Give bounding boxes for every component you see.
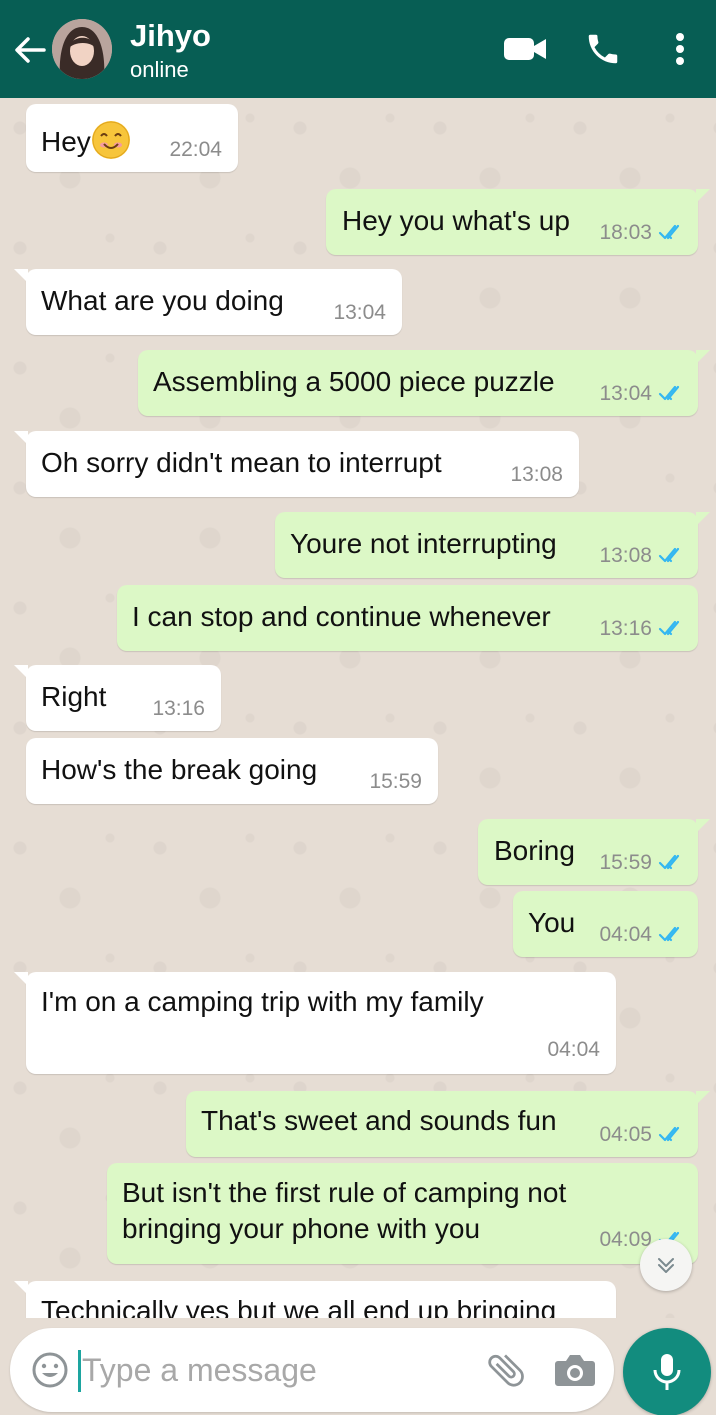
more-options-button[interactable]	[660, 28, 700, 70]
message-list[interactable]: Hey 22:04 Hey you what's up 18:03 What a…	[0, 98, 716, 1318]
message-bubble-incoming[interactable]: Technically yes but we all end up bringi…	[14, 1281, 616, 1318]
message-time: 18:03	[599, 221, 652, 244]
back-button[interactable]	[10, 30, 50, 70]
message-bubble-incoming[interactable]: Hey 22:04	[26, 104, 238, 172]
message-text: I'm on a camping trip with my family	[41, 986, 484, 1017]
text-cursor	[78, 1350, 81, 1392]
message-time: 15:59	[369, 770, 422, 793]
message-text: Hey you what's up	[342, 205, 570, 236]
message-bubble-outgoing[interactable]: Assembling a 5000 piece puzzle 13:04	[138, 350, 710, 416]
message-text: How's the break going	[41, 754, 318, 785]
message-text: Assembling a 5000 piece puzzle	[153, 366, 555, 397]
message-input[interactable]	[82, 1344, 482, 1396]
message-text: Boring	[494, 835, 575, 866]
message-time: 04:09	[599, 1228, 652, 1251]
message-text: Oh sorry didn't mean to interrupt	[41, 447, 442, 478]
message-time: 13:16	[152, 697, 205, 720]
message-time: 13:08	[510, 463, 563, 486]
phone-icon	[588, 34, 618, 64]
emoji-icon	[32, 1352, 68, 1388]
message-time: 04:04	[599, 923, 652, 946]
attach-icon	[488, 1354, 524, 1387]
emoji-button[interactable]	[30, 1350, 70, 1390]
message-time: 13:08	[599, 544, 652, 567]
chat-header: Jihyo online	[0, 0, 716, 98]
read-receipt-icon	[658, 224, 680, 240]
message-text: What are you doing	[41, 285, 284, 316]
smiling-face-emoji-icon	[91, 121, 130, 159]
message-text: Youre not interrupting	[290, 528, 557, 559]
double-chevron-down-icon	[658, 1258, 674, 1273]
message-time: 15:59	[599, 851, 652, 874]
more-vert-icon	[676, 33, 684, 65]
read-receipt-icon	[658, 1126, 680, 1142]
message-composer	[10, 1328, 614, 1412]
video-call-icon	[504, 38, 546, 60]
read-receipt-icon	[658, 620, 680, 636]
message-bubble-outgoing[interactable]: That's sweet and sounds fun 04:05	[186, 1091, 710, 1157]
message-time: 04:04	[547, 1038, 600, 1061]
voice-message-button[interactable]	[623, 1328, 711, 1415]
message-bubble-incoming[interactable]: Right 13:16	[14, 665, 221, 731]
read-receipt-icon	[658, 926, 680, 942]
voice-call-button[interactable]	[580, 28, 626, 70]
message-text: But isn't the first rule of camping not …	[122, 1177, 567, 1244]
message-time: 22:04	[169, 138, 222, 161]
message-time: 04:05	[599, 1123, 652, 1146]
message-text: You	[528, 907, 576, 938]
message-text: Hey	[41, 121, 130, 160]
attach-button[interactable]	[484, 1348, 528, 1392]
scroll-to-bottom-button[interactable]	[640, 1239, 692, 1291]
message-bubble-outgoing[interactable]: Boring 15:59	[478, 819, 710, 885]
message-bubble-incoming[interactable]: How's the break going 15:59	[26, 738, 438, 804]
read-receipt-icon	[658, 385, 680, 401]
contact-avatar[interactable]	[52, 19, 112, 79]
message-bubble-outgoing[interactable]: I can stop and continue whenever 13:16	[117, 585, 698, 651]
message-time: 13:04	[333, 301, 386, 324]
message-bubble-outgoing[interactable]: Youre not interrupting 13:08	[275, 512, 710, 578]
read-receipt-icon	[658, 547, 680, 563]
message-bubble-incoming[interactable]: I'm on a camping trip with my family 04:…	[14, 972, 616, 1074]
message-text: That's sweet and sounds fun	[201, 1105, 557, 1136]
message-time: 13:16	[599, 617, 652, 640]
message-text: Technically yes but we all end up bringi…	[41, 1295, 557, 1318]
camera-icon	[555, 1355, 595, 1386]
message-time: 13:04	[599, 382, 652, 405]
message-bubble-incoming[interactable]: Oh sorry didn't mean to interrupt 13:08	[14, 431, 579, 497]
read-receipt-icon	[658, 854, 680, 870]
back-arrow-icon	[15, 37, 46, 63]
message-bubble-incoming[interactable]: What are you doing 13:04	[14, 269, 402, 335]
message-bubble-outgoing[interactable]: But isn't the first rule of camping not …	[107, 1163, 698, 1264]
camera-button[interactable]	[553, 1350, 597, 1390]
video-call-button[interactable]	[500, 28, 550, 70]
contact-status: online	[130, 57, 189, 82]
message-text: I can stop and continue whenever	[132, 601, 551, 632]
message-bubble-outgoing[interactable]: Hey you what's up 18:03	[326, 189, 710, 255]
message-bubble-outgoing[interactable]: You 04:04	[513, 891, 698, 957]
message-text: Right	[41, 681, 107, 712]
contact-name[interactable]: Jihyo	[130, 18, 211, 54]
mic-icon	[653, 1354, 681, 1390]
